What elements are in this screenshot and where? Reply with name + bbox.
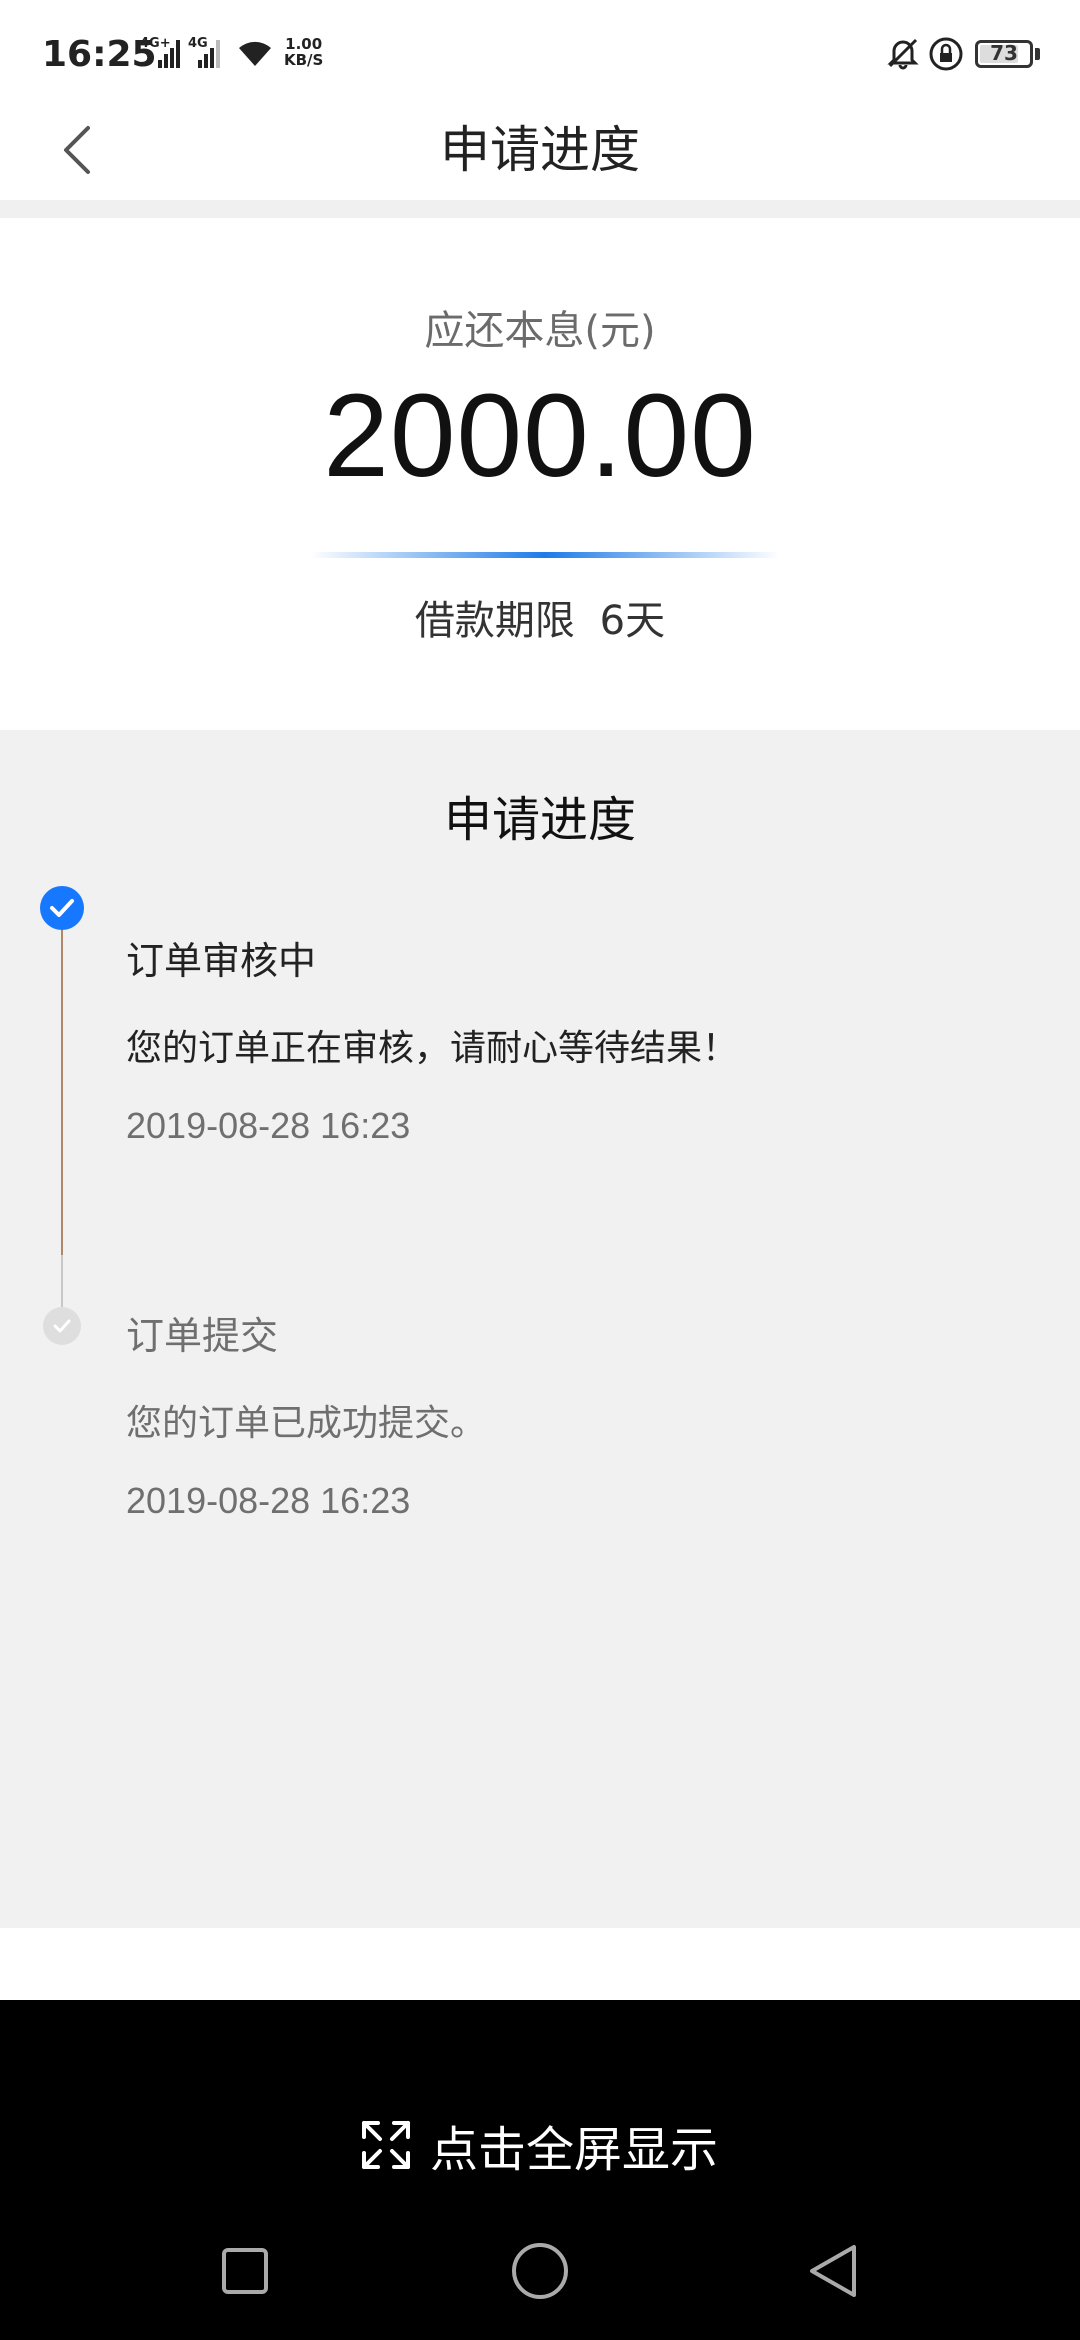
step-description: 您的订单正在审核，请耐心等待结果！ [126, 1028, 739, 1069]
amount-value: 2000.00 [323, 370, 757, 502]
header-divider [0, 200, 1080, 218]
back-button[interactable] [40, 112, 116, 188]
notification-muted-icon [886, 36, 920, 74]
triangle-left-icon [810, 2245, 856, 2297]
step-title: 订单提交 [126, 1314, 279, 1358]
nav-back-button[interactable] [798, 2236, 868, 2306]
loan-term-value: 6天 [599, 598, 666, 644]
timeline-connector [61, 910, 63, 1255]
nav-home-button[interactable] [505, 2236, 575, 2306]
step-time: 2019-08-28 16:23 [126, 1480, 411, 1521]
timeline-connector [61, 1255, 63, 1307]
page-title: 申请进度 [440, 121, 640, 179]
bottom-spacer [0, 1928, 1080, 2000]
chevron-left-icon [64, 126, 90, 174]
status-bar: 16:25 4G+ 4G 1.00 KB/S 73 [0, 0, 1080, 100]
bottom-bar: 点击全屏显示 [0, 2000, 1080, 2340]
battery-icon: 73 [975, 40, 1033, 68]
circle-icon [512, 2243, 568, 2299]
timeline-step: 订单审核中 您的订单正在审核，请耐心等待结果！ 2019-08-28 16:23 [126, 930, 738, 1147]
expand-arrows-icon [362, 2121, 410, 2169]
timeline-step: 订单提交 您的订单已成功提交。 2019-08-28 16:23 [126, 1305, 486, 1522]
battery-level: 73 [990, 41, 1018, 65]
fullscreen-label: 点击全屏显示 [430, 2122, 719, 2178]
signal-4g-plus-icon: 4G+ [140, 36, 180, 74]
loan-term-label: 借款期限 [414, 598, 575, 644]
check-circle-icon [43, 1307, 81, 1345]
progress-title: 申请进度 [443, 792, 636, 848]
amount-divider [310, 552, 780, 558]
loan-term: 借款期限 6天 [0, 588, 1080, 646]
app-header: 申请进度 [0, 100, 1080, 200]
network-label-1: 4G+ [140, 36, 171, 51]
wifi-icon [236, 38, 274, 72]
network-speed: 1.00 KB/S [284, 35, 324, 69]
step-time: 2019-08-28 16:23 [126, 1105, 411, 1146]
battery-tip [1035, 48, 1040, 60]
step-description: 您的订单已成功提交。 [126, 1403, 487, 1444]
amount-card: 应还本息(元) 2000.00 借款期限 6天 [0, 218, 1080, 730]
progress-section: 申请进度 订单审核中 您的订单正在审核，请耐心等待结果！ 2019-08-28 … [0, 730, 1080, 1928]
check-circle-icon [40, 886, 84, 930]
fullscreen-button[interactable]: 点击全屏显示 [360, 2110, 718, 2180]
nav-recent-button[interactable] [210, 2236, 280, 2306]
network-label-2: 4G [188, 36, 208, 51]
square-icon [222, 2248, 268, 2294]
step-title: 订单审核中 [126, 939, 317, 983]
rotation-lock-icon [928, 36, 964, 76]
amount-label: 应还本息(元) [424, 308, 656, 354]
signal-4g-icon: 4G [188, 36, 228, 74]
